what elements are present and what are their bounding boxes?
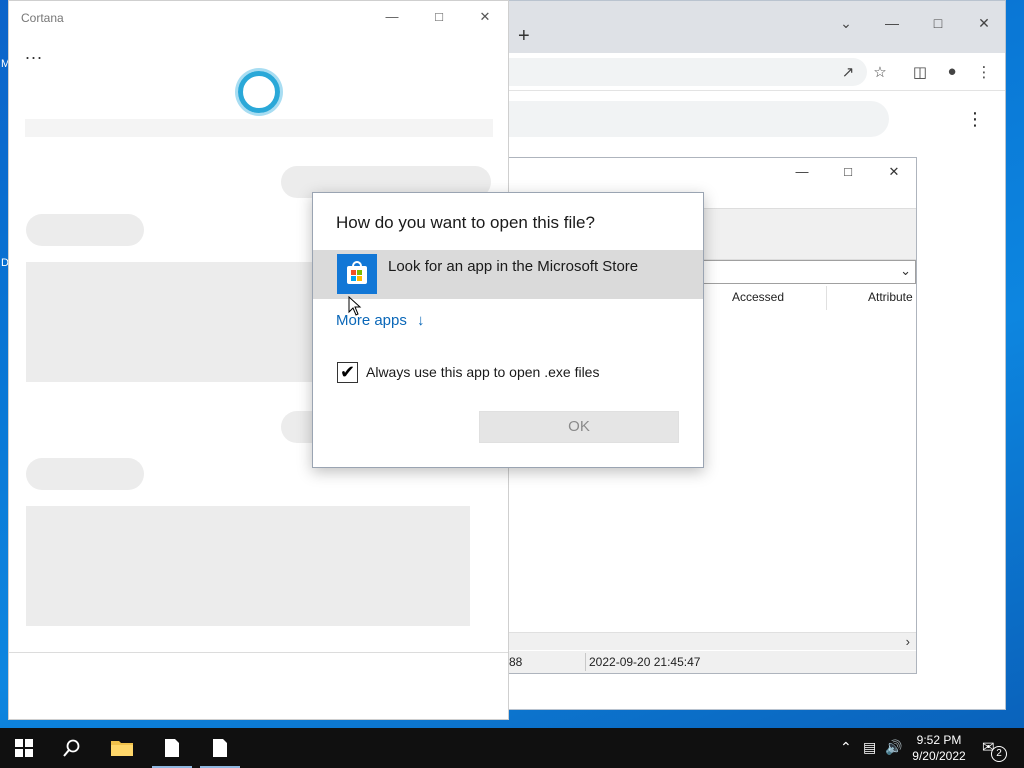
- chevron-down-icon[interactable]: ⌄: [900, 263, 911, 279]
- arrow-down-icon: ↓: [417, 312, 425, 329]
- taskbar-document-1[interactable]: [148, 728, 196, 768]
- chevron-down-icon[interactable]: ⌄: [837, 15, 855, 33]
- horizontal-scrollbar[interactable]: ›: [501, 632, 916, 650]
- close-button[interactable]: ✕: [883, 164, 905, 184]
- search-button[interactable]: [48, 728, 96, 768]
- minimize-button[interactable]: —: [791, 164, 813, 184]
- browser-toolbar: ↗ ☆ ◫ ● ⋮: [501, 53, 1005, 91]
- more-options-button[interactable]: ...: [25, 43, 43, 64]
- star-icon[interactable]: ☆: [871, 63, 889, 81]
- notification-count-badge: 2: [991, 746, 1007, 762]
- address-bar[interactable]: [501, 58, 867, 86]
- microsoft-store-icon: [337, 254, 377, 294]
- dialog-title: How do you want to open this file?: [336, 213, 595, 232]
- file-detail-row: 88 2022-09-20 21:45:47: [501, 651, 916, 673]
- search-icon: [63, 739, 80, 757]
- content-placeholder: [501, 101, 889, 137]
- page-menu-icon[interactable]: ⋮: [966, 109, 984, 130]
- taskbar: ⌃ ▤ 🔊 9:52 PM 9/20/2022 ✉ 2: [0, 728, 1024, 768]
- open-with-dialog: How do you want to open this file? Look …: [312, 192, 704, 468]
- menu-kebab-icon[interactable]: ⋮: [975, 63, 993, 81]
- store-option-label: Look for an app in the Microsoft Store: [388, 258, 639, 275]
- plus-icon[interactable]: +: [518, 25, 530, 48]
- status-value: 88: [509, 655, 523, 669]
- document-icon: [213, 739, 227, 757]
- taskbar-document-2[interactable]: [196, 728, 244, 768]
- more-apps-label: More apps: [336, 312, 407, 329]
- volume-icon[interactable]: 🔊: [885, 739, 902, 756]
- maximize-button[interactable]: □: [929, 15, 947, 33]
- column-divider[interactable]: [826, 286, 827, 310]
- skeleton-bar: [25, 119, 493, 137]
- always-use-label[interactable]: Always use this app to open .exe files: [366, 364, 599, 380]
- start-button[interactable]: [0, 728, 48, 768]
- network-icon[interactable]: ▤: [863, 739, 876, 756]
- share-icon[interactable]: ↗: [839, 63, 857, 81]
- browser-tabstrip: + ⌄ — □ ✕: [501, 1, 1005, 53]
- clock-time: 9:52 PM: [916, 733, 962, 747]
- status-timestamp: 2022-09-20 21:45:47: [589, 655, 701, 669]
- system-clock[interactable]: 9:52 PM 9/20/2022: [906, 732, 972, 764]
- window-title: Cortana: [21, 11, 64, 25]
- mouse-cursor-icon: [348, 296, 362, 316]
- minimize-button[interactable]: —: [381, 9, 403, 29]
- side-panel-icon[interactable]: ◫: [911, 63, 929, 81]
- cortana-ring-icon: [238, 71, 280, 113]
- column-divider: [585, 653, 586, 671]
- maximize-button[interactable]: □: [837, 164, 859, 184]
- skeleton-message: [26, 458, 144, 490]
- windows-logo-icon: [15, 739, 33, 757]
- column-header-accessed[interactable]: Accessed: [726, 286, 790, 310]
- taskbar-file-explorer[interactable]: [98, 728, 146, 768]
- skeleton-message: [26, 214, 144, 246]
- skeleton-card: [26, 506, 470, 626]
- close-button[interactable]: ✕: [975, 15, 993, 33]
- column-header-attributes[interactable]: Attribute: [862, 286, 919, 310]
- chevron-right-icon[interactable]: ›: [906, 634, 910, 649]
- clock-date: 9/20/2022: [912, 749, 966, 763]
- always-use-checkbox[interactable]: ✔: [337, 362, 358, 383]
- profile-icon[interactable]: ●: [943, 63, 961, 81]
- document-icon: [165, 739, 179, 757]
- close-button[interactable]: ✕: [474, 9, 496, 29]
- microsoft-store-option[interactable]: Look for an app in the Microsoft Store: [313, 250, 703, 299]
- ok-button[interactable]: OK: [479, 411, 679, 443]
- chevron-up-icon[interactable]: ⌃: [840, 739, 852, 756]
- maximize-button[interactable]: □: [428, 9, 450, 29]
- folder-icon: [111, 741, 133, 756]
- minimize-button[interactable]: —: [883, 15, 901, 33]
- divider: [9, 652, 508, 653]
